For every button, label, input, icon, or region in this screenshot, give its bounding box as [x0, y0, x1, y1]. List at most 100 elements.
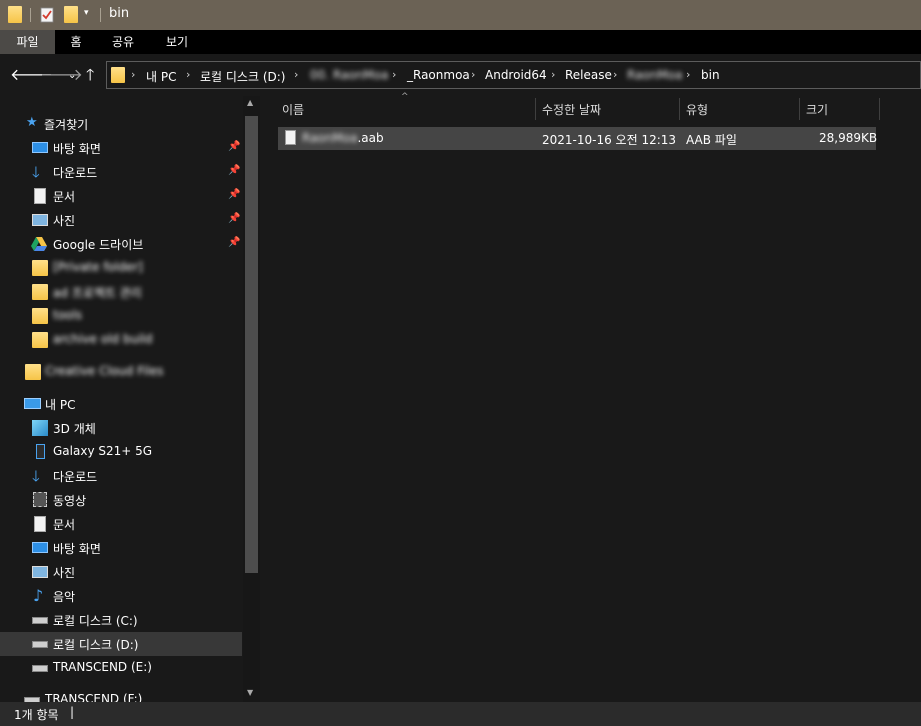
chevron-right-icon[interactable]: ›: [392, 68, 396, 81]
column-header-type[interactable]: 유형: [686, 101, 708, 118]
breadcrumb-obscured-folder[interactable]: 00. RaonMoa: [310, 68, 388, 82]
tab-file[interactable]: 파일: [0, 30, 55, 54]
download-icon: 🡓: [32, 163, 40, 181]
sidebar-item-3d-objects[interactable]: 3D 개체: [0, 416, 242, 440]
google-drive-icon: [31, 237, 47, 251]
sidebar-item-google-drive[interactable]: Google 드라이브 📌: [0, 232, 242, 256]
column-header-size[interactable]: 크기: [806, 101, 828, 118]
chevron-right-icon[interactable]: ›: [613, 68, 617, 81]
column-divider[interactable]: [535, 98, 536, 120]
pin-icon[interactable]: 📌: [228, 141, 240, 152]
sidebar-item-creative-cloud[interactable]: Creative Cloud Files: [0, 360, 242, 384]
column-header-modified[interactable]: 수정한 날짜: [542, 101, 601, 118]
table-row[interactable]: RaonMoa.aab 2021-10-16 오전 12:13 AAB 파일 2…: [278, 127, 877, 150]
pin-icon[interactable]: 📌: [228, 189, 240, 200]
navigation-bar: 🡐 🡒 ⌄ 🡑 › 내 PC › 로컬 디스크 (D:) › 00. RaonM…: [0, 54, 921, 96]
sidebar-item-drive-e[interactable]: TRANSCEND (E:): [0, 656, 242, 680]
sidebar-item-obscured-folder[interactable]: archive old build: [0, 328, 242, 352]
pin-icon[interactable]: 📌: [228, 237, 240, 248]
desktop-icon: [32, 542, 48, 553]
chevron-right-icon[interactable]: ›: [294, 68, 298, 81]
sidebar-item-drive-d[interactable]: 로컬 디스크 (D:): [0, 632, 242, 656]
sidebar-item-obscured-folder[interactable]: [Private folder]: [0, 256, 242, 280]
folder-icon: [111, 67, 125, 83]
address-bar[interactable]: › 내 PC › 로컬 디스크 (D:) › 00. RaonMoa › _Ra…: [106, 61, 921, 89]
column-divider[interactable]: [679, 98, 680, 120]
sidebar-item-pictures[interactable]: 사진: [0, 560, 242, 584]
music-icon: ♪: [33, 586, 44, 605]
sidebar-item-documents[interactable]: 문서: [0, 512, 242, 536]
system-drive-icon: [32, 617, 48, 624]
star-icon: ★: [26, 115, 38, 130]
document-icon: [34, 188, 46, 204]
tab-share[interactable]: 공유: [103, 30, 143, 54]
column-header-name[interactable]: 이름: [282, 101, 304, 118]
sidebar-item-music[interactable]: ♪ 음악: [0, 584, 242, 608]
customize-quick-access-icon[interactable]: ▾: [84, 8, 89, 18]
breadcrumb-release[interactable]: Release: [565, 68, 612, 82]
chevron-right-icon[interactable]: ›: [186, 68, 190, 81]
sidebar-item-desktop[interactable]: 바탕 화면 📌: [0, 136, 242, 160]
this-pc-label: 내 PC: [45, 398, 76, 412]
sort-ascending-icon: ^: [401, 92, 409, 102]
sidebar-item-downloads[interactable]: 🡓 다운로드: [0, 464, 242, 488]
separator: [30, 8, 31, 22]
chevron-right-icon[interactable]: ›: [686, 68, 690, 81]
up-button[interactable]: 🡑: [86, 66, 94, 84]
chevron-right-icon[interactable]: ›: [551, 68, 555, 81]
chevron-right-icon[interactable]: ›: [131, 68, 135, 81]
phone-icon: [36, 444, 45, 459]
sidebar-item-drive-c[interactable]: 로컬 디스크 (C:): [0, 608, 242, 632]
pin-icon[interactable]: 📌: [228, 213, 240, 224]
sidebar-item-label: 사진: [53, 214, 76, 228]
computer-icon: [24, 398, 41, 409]
breadcrumb-obscured-folder[interactable]: RaonMoa: [627, 68, 682, 82]
sidebar-item-drive-f[interactable]: TRANSCEND (F:): [0, 688, 242, 702]
pictures-icon: [32, 214, 48, 226]
chevron-right-icon[interactable]: ›: [471, 68, 475, 81]
navigation-pane: ★ 즐겨찾기 바탕 화면 📌 🡓 다운로드 📌 문서 📌 사진 📌 Google…: [0, 96, 242, 702]
sidebar-item-documents[interactable]: 문서 📌: [0, 184, 242, 208]
creative-cloud-folder-icon: [25, 364, 41, 380]
sidebar-item-label: 로컬 디스크 (D:): [53, 638, 139, 652]
separator: [100, 8, 101, 22]
sidebar-item-desktop[interactable]: 바탕 화면: [0, 536, 242, 560]
sidebar-item-label: tools: [53, 308, 82, 322]
sidebar-item-label: TRANSCEND (E:): [53, 660, 152, 674]
sidebar-item-obscured-folder[interactable]: ad 프로젝트 관리: [0, 280, 242, 304]
navigation-pane-scrollbar[interactable]: ▲ ▼: [243, 96, 260, 702]
file-list: ^ 이름 수정한 날짜 유형 크기 RaonMoa.aab 2021-10-16…: [262, 92, 921, 702]
breadcrumb-raonmoa[interactable]: _Raonmoa: [407, 68, 470, 82]
sidebar-item-label: Google 드라이브: [53, 238, 144, 252]
recent-locations-button[interactable]: ⌄: [68, 67, 76, 85]
sidebar-item-pictures[interactable]: 사진 📌: [0, 208, 242, 232]
file-icon: [285, 130, 296, 145]
this-pc-header[interactable]: 내 PC: [0, 392, 242, 416]
new-folder-icon[interactable]: [64, 6, 78, 23]
breadcrumb-this-pc[interactable]: 내 PC: [146, 68, 176, 85]
sidebar-item-obscured-folder[interactable]: tools: [0, 304, 242, 328]
column-divider[interactable]: [799, 98, 800, 120]
scroll-down-icon[interactable]: ▼: [247, 688, 253, 697]
quick-access-header[interactable]: ★ 즐겨찾기: [0, 112, 242, 136]
sidebar-item-phone[interactable]: Galaxy S21+ 5G: [0, 440, 242, 464]
scroll-up-icon[interactable]: ▲: [247, 98, 253, 107]
sidebar-item-label: 바탕 화면: [53, 142, 101, 156]
breadcrumb-bin[interactable]: bin: [701, 68, 720, 82]
quick-access-label: 즐겨찾기: [44, 118, 89, 132]
sidebar-item-downloads[interactable]: 🡓 다운로드 📌: [0, 160, 242, 184]
scrollbar-thumb[interactable]: [245, 116, 258, 573]
sidebar-item-videos[interactable]: 동영상: [0, 488, 242, 512]
file-extension: .aab: [357, 131, 384, 145]
tab-home[interactable]: 홈: [60, 30, 92, 54]
sidebar-item-label: 다운로드: [53, 166, 98, 180]
tab-view[interactable]: 보기: [157, 30, 197, 54]
video-icon: [33, 492, 47, 507]
properties-icon[interactable]: [40, 6, 54, 23]
breadcrumb-drive-d[interactable]: 로컬 디스크 (D:): [200, 68, 285, 85]
forward-button[interactable]: 🡒: [40, 66, 83, 84]
pin-icon[interactable]: 📌: [228, 165, 240, 176]
sidebar-item-label: 바탕 화면: [53, 542, 101, 556]
breadcrumb-android64[interactable]: Android64: [485, 68, 547, 82]
column-divider[interactable]: [879, 98, 880, 120]
